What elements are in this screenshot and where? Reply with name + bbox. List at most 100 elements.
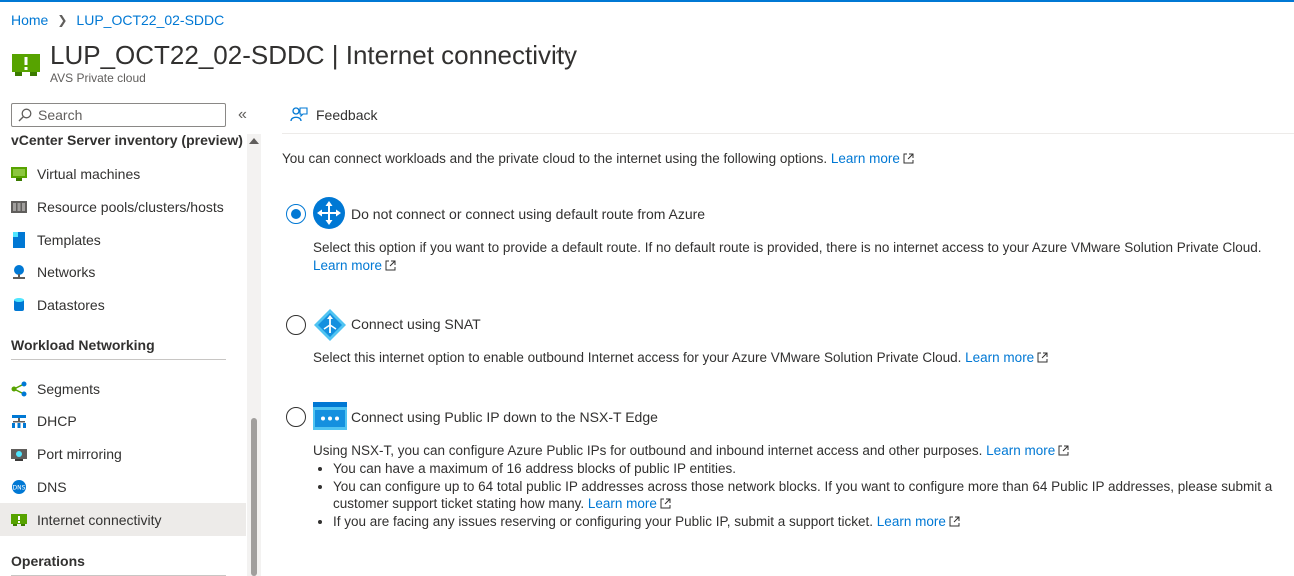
intro-text: You can connect workloads and the privat… [282,151,914,166]
option-default-route-description: Select this option if you want to provid… [313,239,1273,275]
sidebar-item-label: Virtual machines [37,166,141,183]
option-description-text: Using NSX-T, you can configure Azure Pub… [313,443,983,458]
sidebar-item-templates[interactable]: Templates [0,223,246,256]
internet-connectivity-icon [11,512,27,528]
sidebar-item-label: DNS [37,478,67,495]
command-bar: Feedback [282,100,1294,134]
list-item: If you are facing any issues reserving o… [333,513,1273,531]
nav-section-title: Workload Networking [11,337,155,354]
public-ip-bullet-list: You can have a maximum of 16 address blo… [313,460,1273,530]
dns-icon: DNS [11,479,27,495]
public-ip-icon [313,402,347,430]
bullet-learn-more-link[interactable]: Learn more [877,514,960,529]
learn-more-label: Learn more [830,151,900,166]
bullet-text: You can have a maximum of 16 address blo… [333,461,736,476]
port-mirroring-icon [11,446,27,462]
breadcrumb-home-link[interactable]: Home [11,12,48,28]
sidebar-search[interactable] [11,103,226,127]
sidebar-item-label: Internet connectivity [37,511,162,528]
option-snat-learn-more-link[interactable]: Learn more [965,350,1048,365]
radio-snat[interactable] [286,315,306,335]
template-icon [11,231,27,248]
external-link-icon [903,153,914,164]
option-description-text: Select this option if you want to provid… [313,240,1262,255]
learn-more-label: Learn more [965,350,1035,365]
feedback-button[interactable]: Feedback [290,106,377,124]
intro-description: You can connect workloads and the privat… [282,151,828,166]
intro-learn-more-link[interactable]: Learn more [831,151,914,166]
external-link-icon [1037,352,1048,363]
sidebar-item-resource-pools[interactable]: Resource pools/clusters/hosts [0,191,246,224]
learn-more-label: Learn more [313,258,383,273]
top-accent-line [0,0,1294,2]
external-link-icon [385,260,396,271]
learn-more-label: Learn more [986,443,1056,458]
svg-text:DNS: DNS [13,484,26,491]
option-public-ip-label[interactable]: Connect using Public IP down to the NSX-… [351,409,658,425]
route-arrows-icon [313,197,345,229]
section-divider [11,359,226,361]
sidebar-item-networks[interactable]: Networks [0,256,246,289]
segments-icon [11,381,27,397]
option-default-route-label[interactable]: Do not connect or connect using default … [351,206,705,222]
datastore-icon [11,297,27,313]
learn-more-label: Learn more [876,513,946,529]
nav-section-vcenter: vCenter Server inventory (preview) [0,132,246,158]
dhcp-icon [11,413,27,429]
chevron-right-icon: ❯ [57,13,68,27]
page-title: LUP_OCT22_02-SDDC | Internet connectivit… [50,40,577,70]
option-description-text: Select this internet option to enable ou… [313,350,962,365]
nav-section-title: Operations [11,552,85,569]
nav-section-operations: Operations [0,553,246,576]
feedback-label: Feedback [316,107,378,123]
search-input[interactable] [38,107,218,123]
sidebar-item-datastores[interactable]: Datastores [0,289,246,322]
option-snat-description: Select this internet option to enable ou… [313,349,1273,367]
bullet-learn-more-link[interactable]: Learn more [588,496,671,511]
bullet-text: If you are facing any issues reserving o… [333,513,874,529]
sidebar-item-label: Datastores [37,297,105,314]
sidebar-item-dhcp[interactable]: DHCP [0,405,246,438]
option-public-ip-learn-more-link[interactable]: Learn more [986,443,1069,458]
option-snat-label[interactable]: Connect using SNAT [351,316,481,332]
sidebar-nav: vCenter Server inventory (preview) Virtu… [0,132,246,576]
more-options-button[interactable]: ··· [554,44,573,62]
radio-public-ip[interactable] [286,407,306,427]
sidebar-item-label: Port mirroring [37,446,122,463]
bullet-text: You can configure up to 64 total public … [333,478,1273,512]
sidebar-item-dns[interactable]: DNS DNS [0,471,246,504]
breadcrumb: Home ❯ LUP_OCT22_02-SDDC [11,12,224,28]
avs-private-cloud-icon [12,54,40,76]
sidebar-item-port-mirroring[interactable]: Port mirroring [0,438,246,471]
feedback-icon [290,107,308,122]
sidebar-item-label: Networks [37,264,96,281]
sidebar-item-internet-connectivity[interactable]: Internet connectivity [0,503,246,536]
sidebar-item-segments[interactable]: Segments [0,372,246,405]
virtual-machine-icon [11,166,27,182]
list-item: You can configure up to 64 total public … [333,478,1273,513]
snat-icon [314,309,346,341]
option-public-ip-description: Using NSX-T, you can configure Azure Pub… [313,442,1273,460]
sidebar-item-label: Segments [37,380,101,397]
radio-default-route[interactable] [286,204,306,224]
nav-section-workload-networking: Workload Networking [0,337,246,372]
sidebar-item-label: Templates [37,231,101,248]
option-default-route-learn-more-link[interactable]: Learn more [313,258,396,273]
external-link-icon [1058,445,1069,456]
sidebar-item-virtual-machines[interactable]: Virtual machines [0,158,246,191]
sidebar-item-label: DHCP [37,413,77,430]
learn-more-label: Learn more [587,496,657,511]
breadcrumb-resource-link[interactable]: LUP_OCT22_02-SDDC [76,12,224,28]
network-icon [11,264,27,280]
collapse-sidebar-button[interactable]: « [238,106,247,124]
scroll-up-icon[interactable] [249,138,259,144]
server-rack-icon [11,199,27,215]
list-item: You can have a maximum of 16 address blo… [333,460,1273,478]
external-link-icon [949,516,960,526]
sidebar-item-label: Resource pools/clusters/hosts [37,199,224,216]
external-link-icon [660,498,671,509]
nav-section-title: vCenter Server inventory (preview) [11,132,243,148]
page-subtitle: AVS Private cloud [50,71,146,85]
search-icon [18,108,32,122]
sidebar-scrollbar-thumb[interactable] [251,418,257,576]
